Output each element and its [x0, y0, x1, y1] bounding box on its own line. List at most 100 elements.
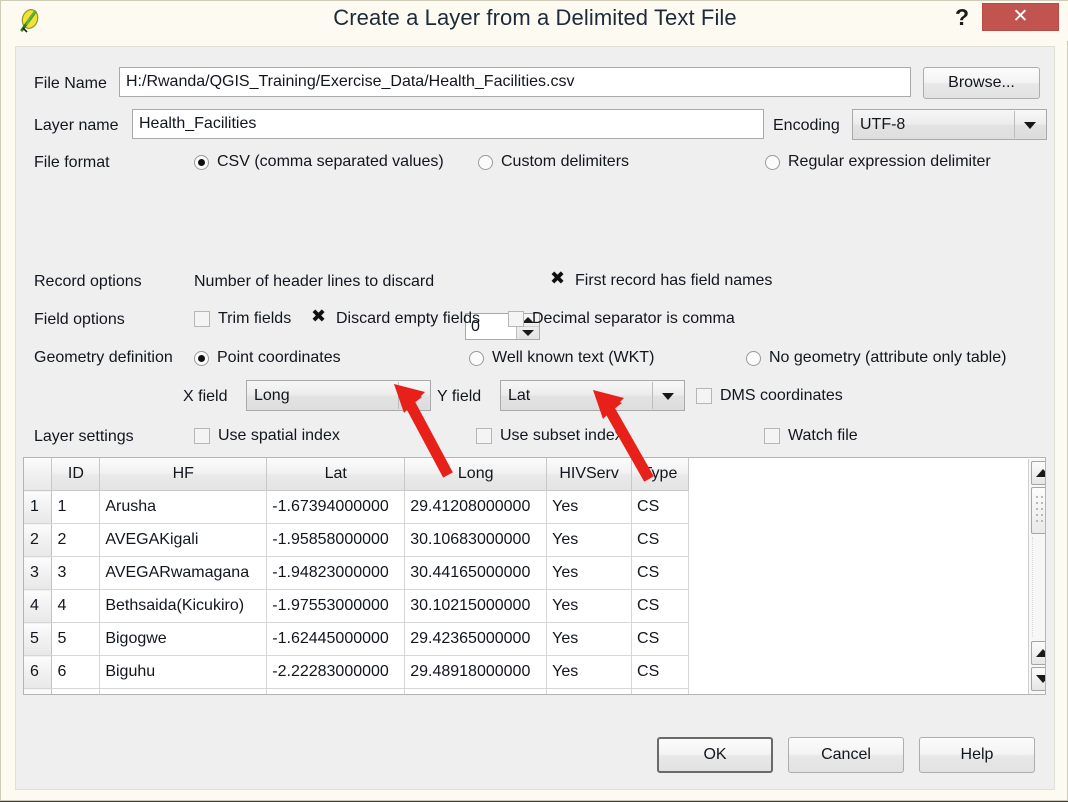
column-header-lat[interactable]: Lat [266, 458, 406, 491]
scroll-down-button[interactable] [1031, 667, 1045, 691]
table-cell[interactable]: 29.41208000000 [404, 490, 548, 524]
table-cell[interactable]: 29.48918000000 [404, 655, 548, 689]
table-cell-filler [688, 655, 1045, 689]
table-cell[interactable]: Bigogwe [99, 622, 268, 656]
column-header-type[interactable]: Type [631, 458, 689, 491]
checkbox-discard-empty-indicator [311, 307, 328, 327]
scrollbar-track[interactable] [1032, 537, 1045, 637]
table-cell[interactable]: 30.10683000000 [404, 523, 548, 557]
table-row[interactable]: 1 1 Arusha -1.67394000000 29.41208000000 Yes C… [24, 490, 1045, 524]
scroll-up-button-top[interactable] [1031, 461, 1045, 485]
table-cell[interactable]: -1.94823000000 [266, 556, 406, 590]
layer-name-label: Layer name [34, 117, 119, 134]
table-cell[interactable]: 29.42365000000 [404, 622, 548, 656]
table-corner-header[interactable] [24, 458, 53, 491]
x-field-value: Long [254, 387, 290, 404]
table-cell[interactable]: Yes [546, 556, 633, 590]
cancel-button[interactable]: Cancel [788, 737, 904, 773]
table-cell[interactable]: -1.62445000000 [266, 622, 406, 656]
row-number[interactable]: 2 [24, 523, 53, 557]
scroll-up-button-bottom[interactable] [1031, 641, 1045, 665]
checkbox-dms-label: DMS coordinates [720, 387, 843, 404]
encoding-combobox[interactable]: UTF-8 [852, 109, 1047, 140]
chevron-down-icon [1014, 111, 1045, 138]
table-cell[interactable] [631, 688, 689, 694]
table-cell[interactable]: CS [631, 589, 689, 623]
radio-csv-indicator [194, 155, 209, 170]
table-cell[interactable]: CS [631, 523, 689, 557]
radio-no-geometry-indicator [746, 351, 761, 366]
table-cell[interactable] [99, 688, 268, 694]
table-cell[interactable]: Yes [546, 523, 633, 557]
table-cell[interactable]: CS [631, 556, 689, 590]
titlebar-help-icon[interactable]: ? [945, 2, 979, 32]
close-button[interactable]: ✕ [982, 3, 1059, 31]
column-header-long[interactable]: Long [404, 458, 548, 491]
table-cell[interactable]: CS [631, 622, 689, 656]
table-cell[interactable]: Yes [546, 622, 633, 656]
scrollbar-thumb[interactable] [1031, 487, 1045, 534]
row-number[interactable]: 1 [24, 490, 53, 524]
table-cell[interactable]: -1.97553000000 [266, 589, 406, 623]
layer-name-input[interactable]: Health_Facilities [132, 109, 764, 139]
table-cell[interactable] [51, 688, 101, 694]
row-number[interactable]: 4 [24, 589, 53, 623]
table-row[interactable]: 6 6 Biguhu -2.22283000000 29.48918000000 Yes C… [24, 655, 1045, 689]
checkbox-spatial-index-label: Use spatial index [218, 427, 340, 444]
y-field-combobox[interactable]: Lat [500, 380, 685, 411]
browse-button[interactable]: Browse... [923, 67, 1040, 99]
table-cell[interactable]: 6 [51, 655, 101, 689]
table-cell[interactable]: 3 [51, 556, 101, 590]
table-cell[interactable]: 30.44165000000 [404, 556, 548, 590]
table-cell[interactable] [404, 688, 548, 694]
table-row[interactable]: 2 2 AVEGAKigali -1.95858000000 30.1068300000… [24, 523, 1045, 557]
checkbox-discard-empty-label: Discard empty fields [336, 310, 481, 327]
column-header-filler [688, 458, 1045, 491]
row-number[interactable]: 5 [24, 622, 53, 656]
table-cell[interactable]: Arusha [99, 490, 268, 524]
table-cell[interactable] [688, 688, 1045, 694]
radio-well-known-text-label: Well known text (WKT) [492, 349, 655, 366]
column-header-id[interactable]: ID [51, 458, 101, 491]
table-cell[interactable]: -1.95858000000 [266, 523, 406, 557]
table-cell[interactable]: Biguhu [99, 655, 268, 689]
table-cell[interactable]: -2.22283000000 [266, 655, 406, 689]
table-cell[interactable]: CS [631, 655, 689, 689]
table-cell[interactable]: -1.67394000000 [266, 490, 406, 524]
table-cell[interactable]: Yes [546, 655, 633, 689]
table-cell[interactable]: 2 [51, 523, 101, 557]
table-cell[interactable]: 4 [51, 589, 101, 623]
table-cell[interactable]: 30.10215000000 [404, 589, 548, 623]
row-number[interactable]: 3 [24, 556, 53, 590]
table-cell[interactable] [24, 688, 53, 694]
table-row[interactable]: 3 3 AVEGARwamagana -1.94823000000 30.4416500… [24, 556, 1045, 590]
table-cell[interactable]: CS [631, 490, 689, 524]
table-cell[interactable]: 5 [51, 622, 101, 656]
table-cell[interactable]: Bethsaida(Kicukiro) [99, 589, 268, 623]
chevron-down-icon [652, 382, 683, 409]
table-cell[interactable]: Yes [546, 490, 633, 524]
table-cell[interactable]: Yes [546, 589, 633, 623]
preview-table-container[interactable]: ID HF Lat Long HIVServ Type 1 1 Arusha -1.6… [23, 457, 1046, 695]
file-name-input[interactable]: H:/Rwanda/QGIS_Training/Exercise_Data/He… [119, 67, 911, 97]
table-cell[interactable]: AVEGARwamagana [99, 556, 268, 590]
table-cell[interactable] [546, 688, 633, 694]
table-row[interactable]: 5 5 Bigogwe -1.62445000000 29.42365000000 Yes… [24, 622, 1045, 656]
file-format-label: File format [34, 154, 110, 171]
ok-button[interactable]: OK [657, 737, 773, 773]
table-cell[interactable]: 1 [51, 490, 101, 524]
table-row[interactable]: 4 4 Bethsaida(Kicukiro) -1.97553000000 30.10… [24, 589, 1045, 623]
x-field-combobox[interactable]: Long [246, 380, 431, 411]
x-field-label: X field [183, 388, 228, 405]
column-header-hivserv[interactable]: HIVServ [546, 458, 633, 491]
column-header-hf[interactable]: HF [99, 458, 268, 491]
help-button[interactable]: Help [919, 737, 1035, 773]
table-row-partial[interactable] [24, 688, 1045, 694]
table-cell[interactable] [266, 688, 406, 694]
table-cell[interactable]: AVEGAKigali [99, 523, 268, 557]
dialog-window: Create a Layer from a Delimited Text Fil… [0, 0, 1068, 801]
radio-custom-delimiters-label: Custom delimiters [501, 153, 630, 170]
table-vertical-scrollbar[interactable] [1028, 459, 1045, 694]
row-number[interactable]: 6 [24, 655, 53, 689]
checkbox-trim-fields-label: Trim fields [218, 310, 292, 327]
